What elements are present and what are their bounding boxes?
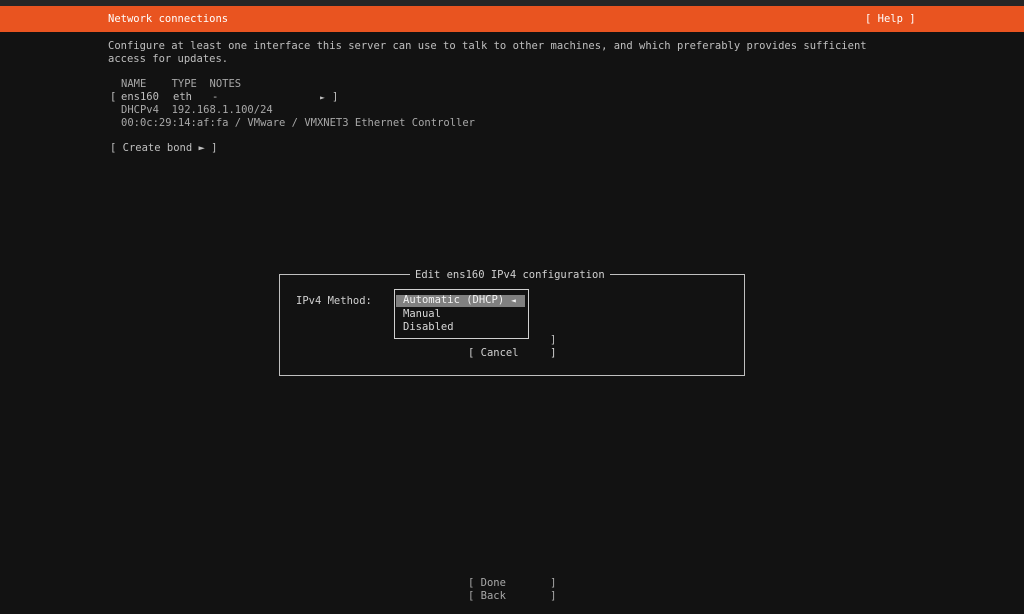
interface-hw-line: 00:0c:29:14:af:fa / VMware / VMXNET3 Eth… bbox=[121, 117, 476, 129]
ipv4-method-label: IPv4 Method: bbox=[296, 295, 372, 307]
row-arrow-icon: ► bbox=[320, 93, 325, 102]
done-button[interactable]: [ Done ] bbox=[468, 577, 557, 590]
dropdown-option-manual[interactable]: Manual bbox=[403, 308, 441, 321]
header-bar: Network connections [ Help ] bbox=[0, 6, 1024, 32]
selected-arrow-icon: ◄ bbox=[511, 296, 516, 305]
interface-type: eth bbox=[173, 91, 192, 103]
cancel-button[interactable]: [ Cancel ] bbox=[468, 347, 557, 360]
dialog-title: Edit ens160 IPv4 configuration bbox=[410, 269, 610, 282]
description-line-1: Configure at least one interface this se… bbox=[108, 40, 867, 52]
interfaces-table-header: NAME TYPE NOTES bbox=[121, 78, 242, 90]
back-button[interactable]: [ Back ] bbox=[468, 590, 557, 603]
interface-notes: - bbox=[212, 91, 219, 103]
help-button[interactable]: [ Help ] bbox=[865, 13, 916, 26]
interface-name: ens160 bbox=[121, 91, 159, 103]
description-line-2: access for updates. bbox=[108, 53, 229, 65]
dropdown-option-automatic-dhcp[interactable]: Automatic (DHCP) bbox=[403, 294, 504, 307]
page-title: Network connections bbox=[108, 13, 229, 25]
dropdown-option-disabled[interactable]: Disabled bbox=[403, 321, 454, 334]
row-open-bracket: [ bbox=[110, 91, 117, 103]
save-button-fragment[interactable]: ] bbox=[550, 334, 556, 347]
create-bond-button[interactable]: [ Create bond ► ] bbox=[110, 142, 217, 155]
row-close-bracket: ] bbox=[332, 91, 339, 103]
interface-dhcp-line: DHCPv4 192.168.1.100/24 bbox=[121, 104, 273, 116]
